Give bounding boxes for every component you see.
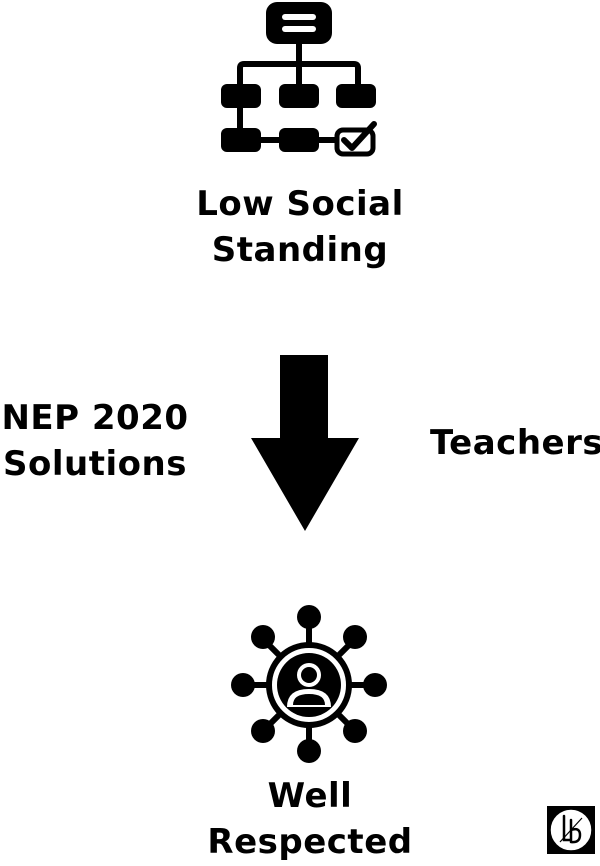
person-network-icon bbox=[231, 605, 387, 763]
bottom-node-label-line-1: Well bbox=[267, 776, 353, 816]
top-node-label-line-2: Standing bbox=[211, 230, 389, 270]
down-arrow-icon bbox=[251, 355, 359, 531]
bottom-node-label-line-2: Respected bbox=[207, 822, 413, 862]
left-side-label-line-2: Solutions bbox=[3, 444, 187, 484]
top-node-label-line-1: Low Social bbox=[196, 184, 404, 224]
logo-mark-icon bbox=[547, 806, 595, 854]
hierarchy-checklist-icon bbox=[221, 2, 377, 157]
left-side-label-line-1: NEP 2020 bbox=[1, 398, 189, 438]
right-side-label: Teachers bbox=[430, 423, 600, 463]
diagram-canvas: Low Social Standing NEP 2020 Solutions T… bbox=[0, 0, 600, 866]
left-side-label: NEP 2020 Solutions bbox=[0, 395, 190, 487]
bottom-node-label: Well Respected bbox=[160, 773, 460, 865]
top-node-label: Low Social Standing bbox=[150, 181, 450, 273]
